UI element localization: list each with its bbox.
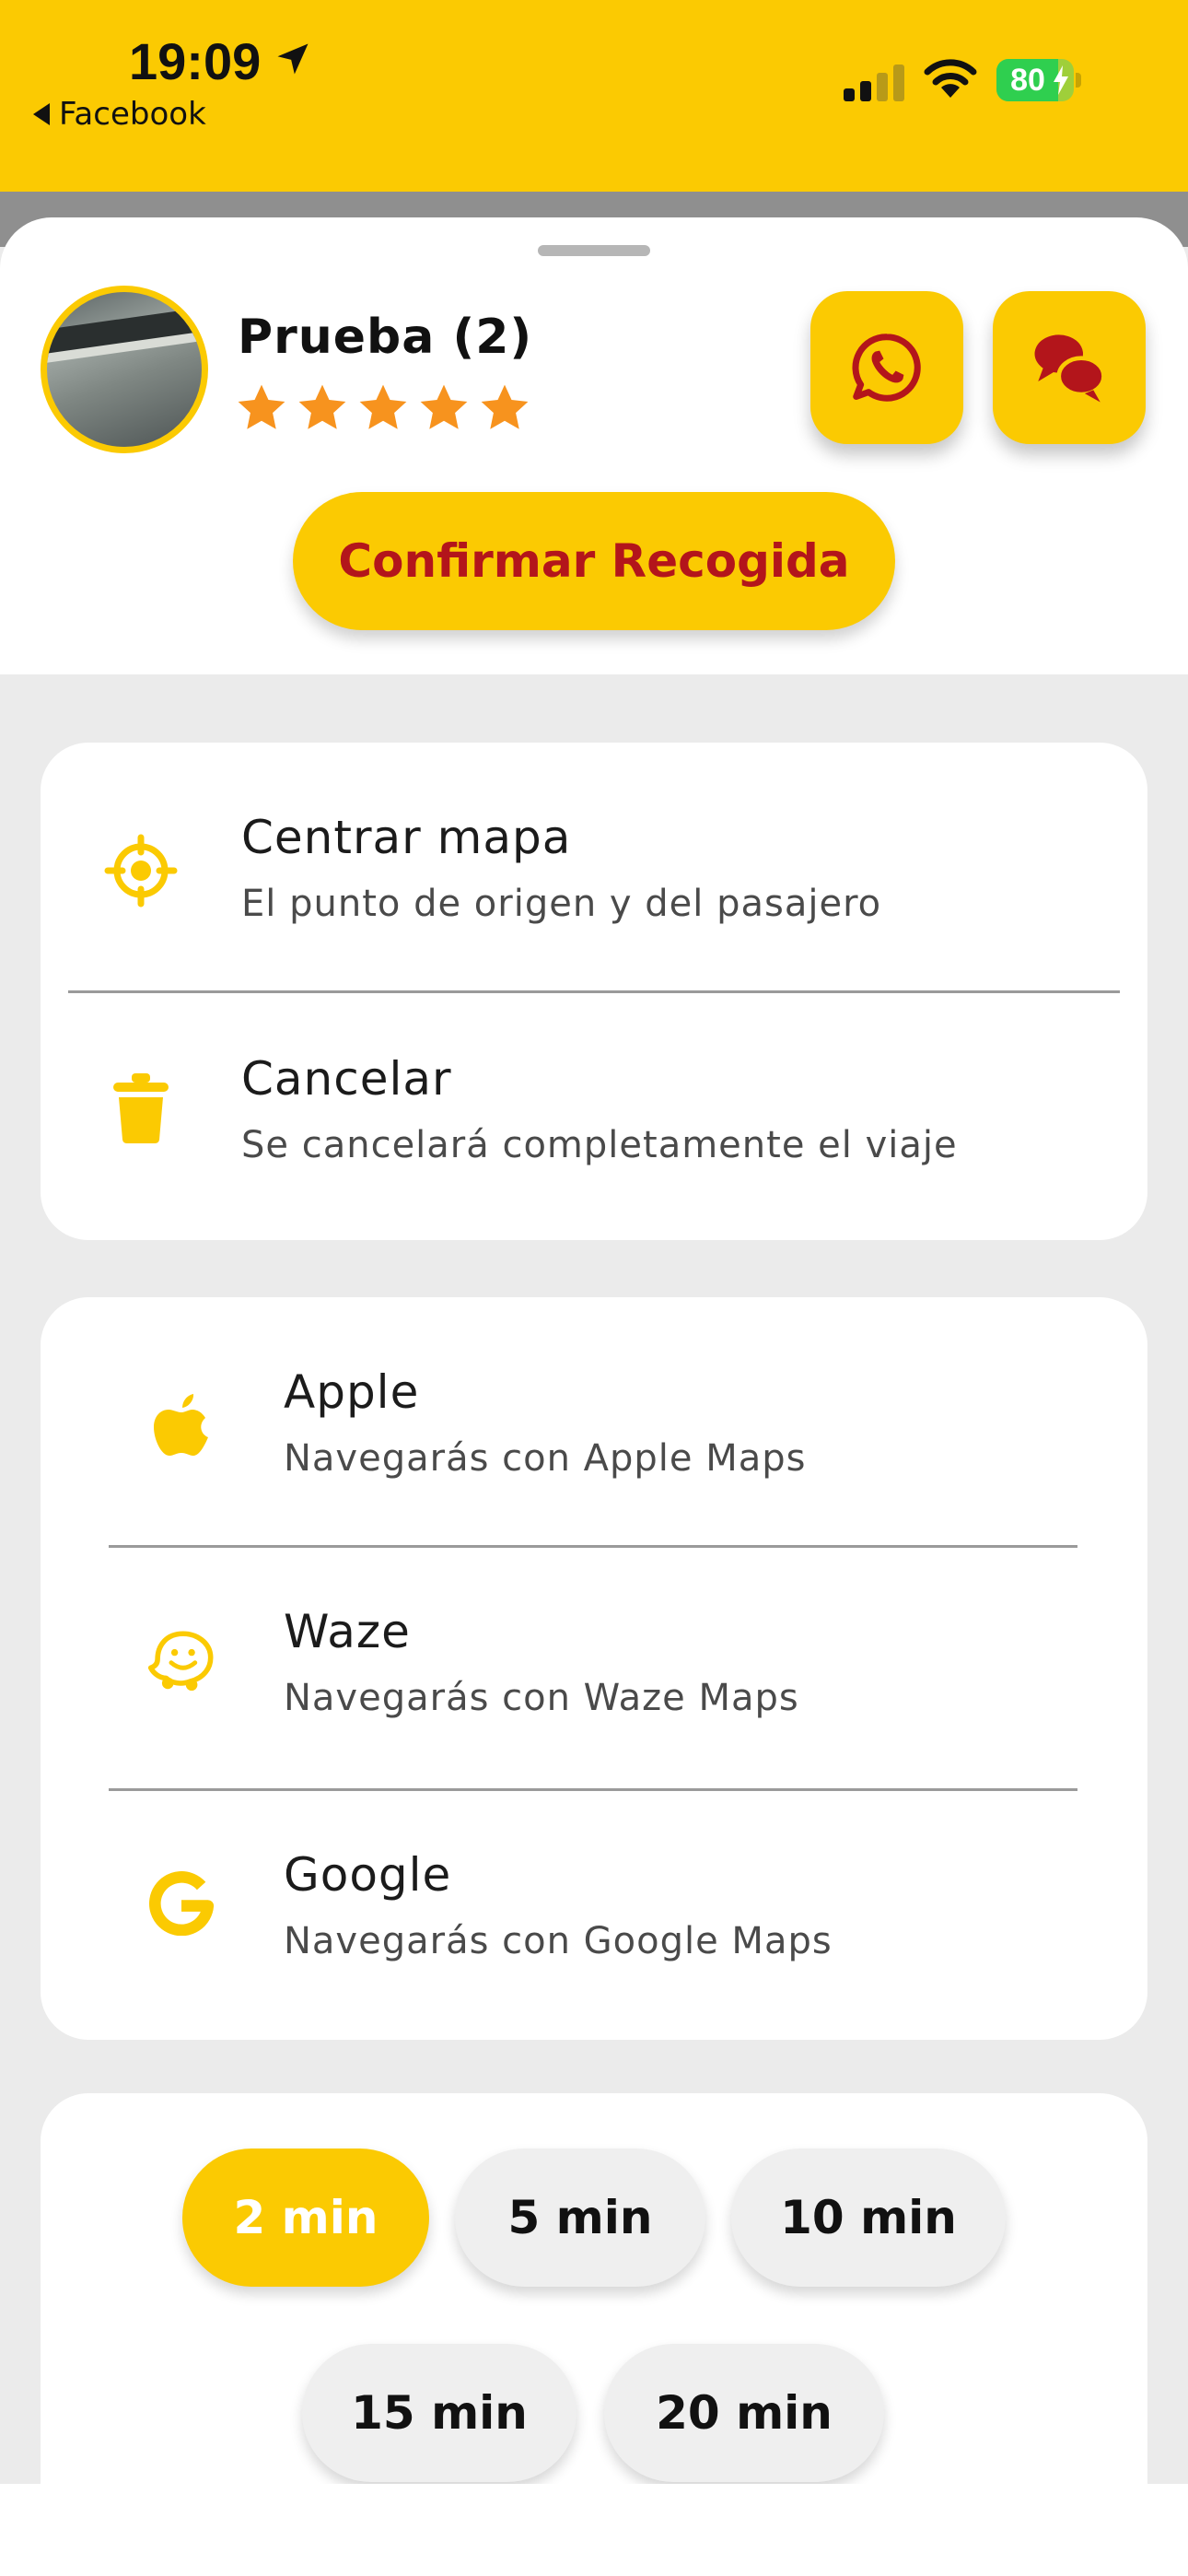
waze-icon — [140, 1618, 223, 1701]
item-subtitle: Se cancelará completamente el viaje — [241, 1124, 958, 1166]
star-icon — [298, 384, 346, 429]
back-arrow-icon — [33, 103, 50, 125]
battery-icon: 80 — [996, 59, 1081, 101]
signal-icon — [844, 64, 904, 101]
trash-icon — [99, 1067, 182, 1150]
crosshair-icon — [99, 829, 182, 912]
item-title: Waze — [284, 1605, 411, 1658]
item-title: Centrar mapa — [241, 811, 572, 864]
center-map-item[interactable]: Centrar mapa El punto de origen y del pa… — [41, 743, 1147, 991]
item-title: Google — [284, 1848, 452, 1902]
back-label: Facebook — [59, 96, 206, 133]
battery-level: 80 — [1010, 63, 1045, 98]
apple-maps-item[interactable]: Apple Navegarás con Apple Maps — [41, 1297, 1147, 1546]
chat-bubbles-icon — [1034, 334, 1106, 403]
actions-card: Centrar mapa El punto de origen y del pa… — [41, 743, 1147, 1240]
time-option-5-min[interactable]: 5 min — [455, 2149, 705, 2287]
time-option-15-min[interactable]: 15 min — [302, 2344, 577, 2482]
back-to-facebook-link[interactable]: Facebook — [33, 96, 206, 133]
location-arrow-icon — [277, 43, 309, 75]
avatar — [41, 286, 208, 453]
chat-button[interactable] — [993, 291, 1146, 444]
sheet-drag-handle[interactable] — [538, 245, 650, 256]
confirm-pickup-button[interactable]: Confirmar Recogida — [293, 492, 895, 630]
google-maps-item[interactable]: Google Navegarás con Google Maps — [41, 1791, 1147, 2040]
star-icon — [238, 384, 285, 429]
time-option-20-min[interactable]: 20 min — [604, 2344, 884, 2482]
charging-bolt-icon — [1054, 65, 1068, 95]
rating-stars — [234, 381, 532, 435]
time-option-10-min[interactable]: 10 min — [731, 2149, 1006, 2287]
star-icon — [481, 384, 529, 429]
apple-icon — [140, 1384, 223, 1467]
item-subtitle: Navegarás con Apple Maps — [284, 1437, 807, 1480]
home-indicator-area — [0, 2484, 1188, 2576]
navigation-card: Apple Navegarás con Apple Maps Waze Nave… — [41, 1297, 1147, 2040]
star-icon — [359, 384, 407, 429]
item-subtitle: El punto de origen y del pasajero — [241, 883, 882, 925]
whatsapp-button[interactable] — [810, 291, 963, 444]
status-time: 19:09 — [129, 32, 262, 90]
time-option-2-min[interactable]: 2 min — [182, 2149, 429, 2287]
wifi-icon — [924, 59, 977, 98]
whatsapp-icon — [852, 334, 921, 402]
item-subtitle: Navegarás con Waze Maps — [284, 1677, 799, 1719]
waze-item[interactable]: Waze Navegarás con Waze Maps — [41, 1548, 1147, 1789]
star-icon — [420, 384, 468, 429]
item-subtitle: Navegarás con Google Maps — [284, 1920, 833, 1962]
item-title: Cancelar — [241, 1052, 452, 1106]
bottom-sheet: Prueba (2) Confirmar Recogida — [0, 217, 1188, 674]
passenger-name: Prueba (2) — [238, 310, 533, 365]
status-bar: 19:09 Facebook 80 — [0, 0, 1188, 192]
google-icon — [140, 1861, 223, 1944]
cancel-trip-item[interactable]: Cancelar Se cancelará completamente el v… — [41, 993, 1147, 1240]
item-title: Apple — [284, 1365, 420, 1419]
